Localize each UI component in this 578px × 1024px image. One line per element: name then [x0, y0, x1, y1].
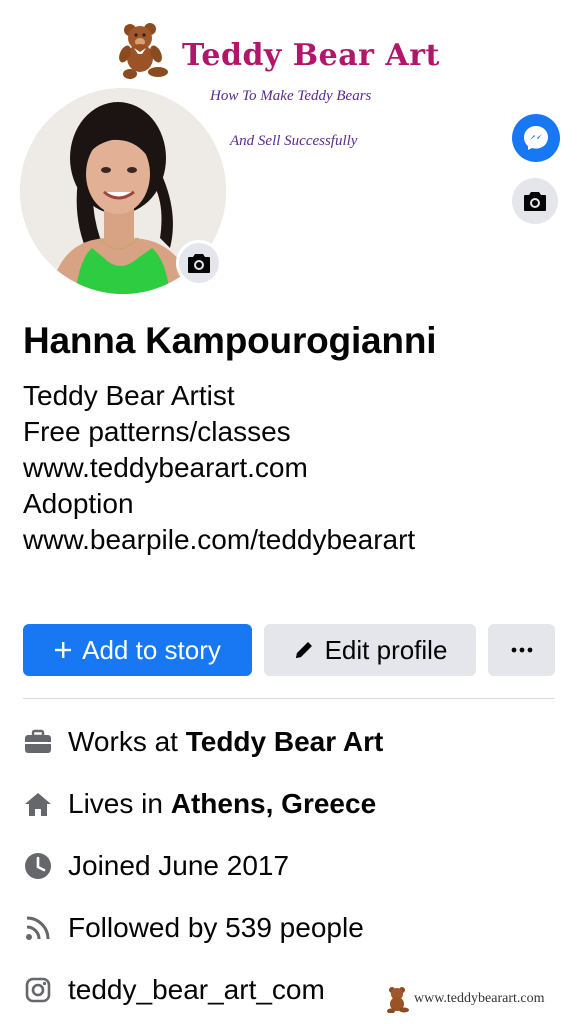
more-options-button[interactable]	[488, 624, 555, 676]
profile-header: Teddy Bear Art How To Make Teddy Bears A…	[0, 0, 578, 300]
clock-icon	[23, 851, 53, 881]
camera-icon	[524, 192, 546, 211]
edit-profile-label: Edit profile	[324, 634, 448, 665]
logo-subtitle-line1: How To Make Teddy Bears	[210, 88, 372, 104]
bio-link[interactable]: www.teddybearart.com	[23, 450, 415, 486]
rss-icon	[23, 913, 53, 943]
watermark: www.teddybearart.com	[386, 984, 544, 1014]
messenger-icon	[524, 126, 548, 150]
edit-cover-photo-button[interactable]	[512, 178, 558, 224]
watermark-text: www.teddybearart.com	[414, 991, 545, 1006]
teddy-bear-watermark-icon	[387, 987, 409, 1013]
camera-icon	[188, 254, 210, 273]
detail-work[interactable]: Works at Teddy Bear Art	[23, 722, 383, 762]
detail-instagram-handle: teddy_bear_art_com	[68, 974, 325, 1005]
briefcase-icon	[23, 727, 53, 757]
detail-followers[interactable]: Followed by 539 people	[23, 908, 364, 948]
bio-line: Adoption	[23, 488, 134, 519]
bio-line: Teddy Bear Artist	[23, 380, 235, 411]
profile-actions: Add to story Edit profile	[23, 624, 555, 676]
detail-work-place[interactable]: Teddy Bear Art	[186, 726, 384, 758]
logo-subtitle-line2: And Sell Successfully	[230, 133, 358, 149]
detail-lives[interactable]: Lives in Athens, Greece	[23, 784, 376, 824]
edit-profile-button[interactable]: Edit profile	[264, 624, 476, 676]
profile-name: Hanna Kampourogianni	[23, 320, 437, 361]
add-to-story-label: Add to story	[82, 634, 221, 665]
ellipsis-icon	[511, 647, 532, 653]
instagram-icon	[23, 975, 53, 1005]
bio-link[interactable]: www.bearpile.com/teddybearart	[23, 522, 415, 558]
messenger-button[interactable]	[512, 114, 560, 162]
plus-icon	[54, 641, 72, 659]
add-to-story-button[interactable]: Add to story	[23, 624, 252, 676]
home-icon	[23, 789, 53, 819]
detail-instagram[interactable]: teddy_bear_art_com	[23, 970, 325, 1010]
teddy-bear-logo-icon	[119, 23, 168, 79]
logo-title: Teddy Bear Art	[182, 38, 440, 73]
detail-lives-place[interactable]: Athens, Greece	[171, 788, 376, 820]
bio-line: Free patterns/classes	[23, 416, 291, 447]
detail-joined: Joined June 2017	[23, 846, 289, 886]
pencil-icon	[293, 639, 315, 661]
detail-lives-prefix: Lives in	[68, 788, 163, 819]
detail-work-prefix: Works at	[68, 726, 178, 757]
profile-bio: Teddy Bear Artist Free patterns/classes …	[23, 378, 415, 558]
detail-followers-text: Followed by 539 people	[68, 912, 364, 943]
change-profile-picture-button[interactable]	[176, 240, 222, 286]
section-divider	[23, 698, 555, 699]
detail-joined-text: Joined June 2017	[68, 850, 290, 881]
